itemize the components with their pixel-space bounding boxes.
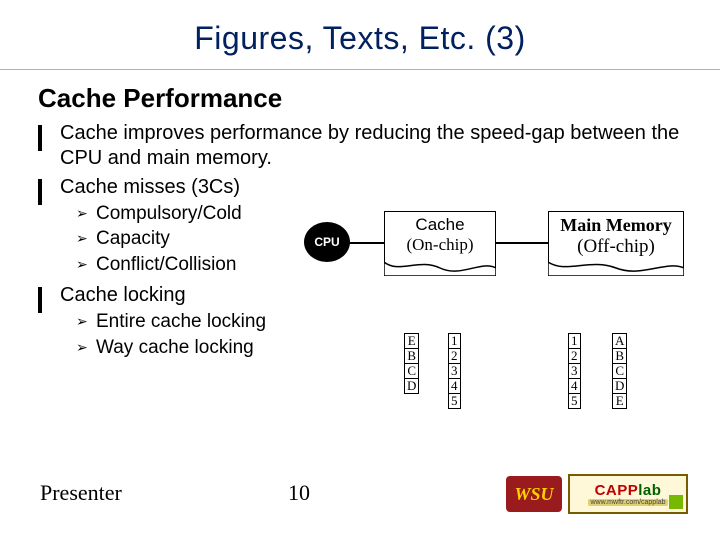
cell: 1 xyxy=(449,334,461,349)
cell: 5 xyxy=(449,394,461,409)
cell: E xyxy=(613,394,627,409)
cell: 4 xyxy=(449,379,461,394)
bullet-1: Cache improves performance by reducing t… xyxy=(38,121,680,171)
mm-col1: 1 2 3 4 5 xyxy=(568,333,581,409)
connector-line xyxy=(496,242,548,244)
bullet-3-sub-2-text: Way cache locking xyxy=(96,336,680,360)
main-memory-sublabel: (Off-chip) xyxy=(549,236,683,258)
cell: D xyxy=(613,379,627,394)
cell: 1 xyxy=(569,334,581,349)
capplab-logo-subtext: www.mwftr.com/capplab xyxy=(588,499,667,506)
cell: B xyxy=(405,349,419,364)
connector-line xyxy=(348,242,386,244)
cell: C xyxy=(405,364,419,379)
page-number: 10 xyxy=(288,480,310,506)
bullet-3-sub-2: ➢ Way cache locking xyxy=(76,336,680,360)
triangle-bullet-icon: ➢ xyxy=(76,205,96,229)
cell: A xyxy=(613,334,627,349)
memory-hierarchy-diagram: CPU Cache (On-chip) Main Memory (Off-chi… xyxy=(300,208,700,328)
bullet-1-text: Cache improves performance by reducing t… xyxy=(60,121,680,171)
cell: 3 xyxy=(569,364,581,379)
triangle-bullet-icon: ➢ xyxy=(76,339,96,363)
cell: D xyxy=(405,379,419,394)
cache-box: Cache (On-chip) xyxy=(384,211,496,276)
triangle-bullet-icon: ➢ xyxy=(76,313,96,337)
section-heading: Cache Performance xyxy=(38,82,680,115)
mm-col2: A B C D E xyxy=(612,333,627,409)
bullet-2: Cache misses (3Cs) xyxy=(38,175,680,200)
cell: 5 xyxy=(569,394,581,409)
cpu-node: CPU xyxy=(304,222,350,262)
bullet-2-text: Cache misses (3Cs) xyxy=(60,175,680,200)
cache-sublabel: (On-chip) xyxy=(385,235,495,255)
cell: C xyxy=(613,364,627,379)
torn-edge-icon xyxy=(384,262,496,276)
square-bullet-icon xyxy=(38,180,60,205)
triangle-bullet-icon: ➢ xyxy=(76,230,96,254)
slide-title: Figures, Texts, Etc. (3) xyxy=(40,0,680,69)
cell: 4 xyxy=(569,379,581,394)
cache-label: Cache xyxy=(385,212,495,235)
cell: B xyxy=(613,349,627,364)
cell: 2 xyxy=(569,349,581,364)
slide: Figures, Texts, Etc. (3) Cache Performan… xyxy=(0,0,720,540)
cell: 3 xyxy=(449,364,461,379)
cache-col1: E B C D xyxy=(404,333,419,394)
wsu-logo-text: WSU xyxy=(514,484,553,505)
capplab-logo-text: CAPPlab xyxy=(595,482,662,499)
cell: E xyxy=(405,334,419,349)
nvidia-icon xyxy=(669,495,683,509)
logo-area: WSU CAPPlab www.mwftr.com/capplab xyxy=(506,474,688,514)
torn-edge-icon xyxy=(548,262,684,276)
main-memory-label: Main Memory xyxy=(549,212,683,236)
cache-col2: 1 2 3 4 5 xyxy=(448,333,461,409)
cpu-label: CPU xyxy=(314,235,339,249)
cell: 2 xyxy=(449,349,461,364)
wsu-logo: WSU xyxy=(506,476,562,512)
presenter-label: Presenter xyxy=(40,480,122,506)
main-memory-box: Main Memory (Off-chip) xyxy=(548,211,684,276)
capplab-logo: CAPPlab www.mwftr.com/capplab xyxy=(568,474,688,514)
square-bullet-icon xyxy=(38,288,60,313)
triangle-bullet-icon: ➢ xyxy=(76,256,96,280)
square-bullet-icon xyxy=(38,126,60,176)
